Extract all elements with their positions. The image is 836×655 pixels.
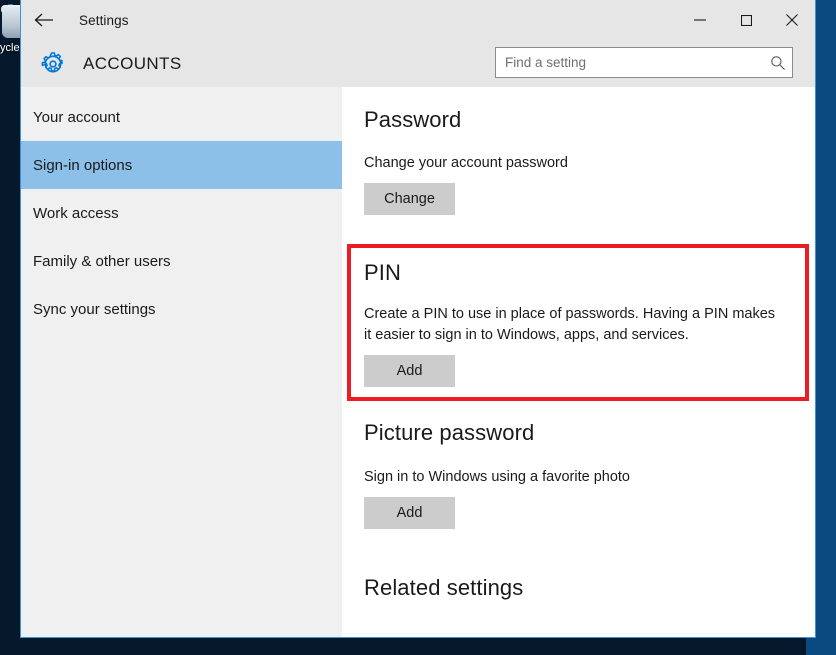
settings-window: Settings ACCOUNTS Find a setting Your ac… [20, 0, 816, 638]
search-icon[interactable] [764, 48, 792, 77]
page-title: ACCOUNTS [83, 53, 182, 73]
settings-content: Password Change your account password Ch… [342, 87, 815, 637]
sidebar-item-family-other-users[interactable]: Family & other users [21, 237, 342, 285]
maximize-button[interactable] [723, 0, 769, 40]
pin-heading: PIN [364, 260, 401, 285]
sidebar-item-sign-in-options[interactable]: Sign-in options [21, 141, 342, 189]
password-description: Change your account password [364, 155, 568, 171]
pin-description: Create a PIN to use in place of password… [364, 306, 776, 343]
picture-password-description: Sign in to Windows using a favorite phot… [364, 469, 630, 485]
sidebar-item-label: Work access [33, 204, 119, 222]
add-picture-password-button[interactable]: Add [364, 497, 455, 529]
related-settings-section: Related settings [364, 575, 523, 601]
search-box[interactable] [495, 47, 793, 78]
search-icon-glyph [771, 55, 785, 70]
window-controls [677, 0, 815, 40]
sidebar-item-label: Your account [33, 108, 121, 126]
sidebar-item-your-account[interactable]: Your account [21, 93, 342, 141]
change-password-button[interactable]: Change [364, 183, 455, 215]
picture-password-section: Picture password Sign in to Windows usin… [364, 420, 630, 529]
category-header: ACCOUNTS [21, 40, 815, 87]
minimize-icon [694, 19, 706, 21]
title-bar: Settings [21, 0, 815, 40]
gear-icon-glyph [41, 51, 63, 72]
sidebar: Your account Sign-in options Work access… [21, 87, 342, 637]
sidebar-item-label: Sync your settings [33, 300, 156, 318]
close-button[interactable] [769, 0, 815, 40]
sidebar-item-work-access[interactable]: Work access [21, 189, 342, 237]
sidebar-item-sync-your-settings[interactable]: Sync your settings [21, 285, 342, 333]
pin-section: PIN Create a PIN to use in place of pass… [364, 260, 794, 387]
window-body: Your account Sign-in options Work access… [21, 87, 815, 637]
sidebar-item-label: Family & other users [33, 252, 171, 270]
maximize-icon [740, 14, 752, 26]
search-input[interactable] [496, 55, 764, 70]
related-settings-heading: Related settings [364, 575, 524, 600]
back-arrow-icon [34, 13, 53, 27]
add-pin-button[interactable]: Add [364, 355, 455, 387]
sidebar-item-label: Sign-in options [33, 156, 133, 174]
window-title: Settings [79, 12, 129, 28]
back-button[interactable] [21, 0, 67, 40]
picture-password-heading: Picture password [364, 420, 535, 445]
close-icon [786, 14, 798, 26]
desktop: ♻ ycle Settings [0, 0, 836, 655]
minimize-button[interactable] [677, 0, 723, 40]
password-heading: Password [364, 107, 462, 132]
gear-icon [35, 46, 71, 82]
recycle-bin-label: ycle [0, 42, 20, 54]
password-section: Password Change your account password Ch… [364, 107, 815, 215]
